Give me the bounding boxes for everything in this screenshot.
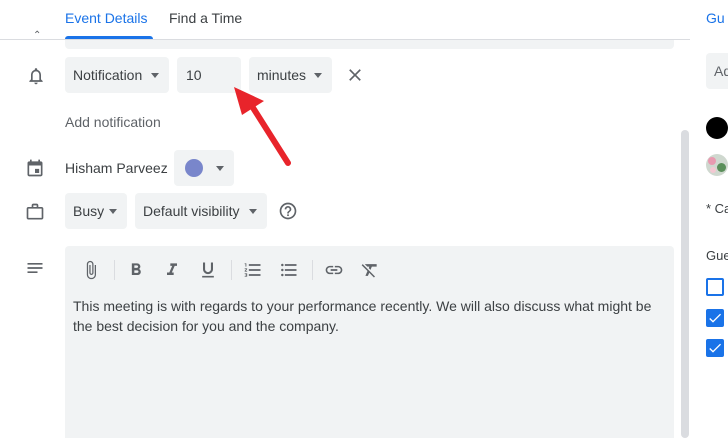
toolbar-divider bbox=[114, 260, 115, 280]
calendar-icon bbox=[25, 158, 45, 178]
notification-amount-value: 10 bbox=[186, 67, 202, 83]
visibility-select[interactable]: Default visibility bbox=[135, 193, 267, 229]
tab-event-details[interactable]: Event Details bbox=[65, 10, 147, 26]
clear-formatting-icon[interactable] bbox=[360, 260, 380, 285]
chevron-down-icon bbox=[314, 73, 322, 78]
numbered-list-icon[interactable] bbox=[243, 260, 263, 285]
help-icon[interactable] bbox=[278, 201, 298, 221]
toolbar-divider bbox=[312, 260, 313, 280]
chevron-down-icon bbox=[151, 73, 159, 78]
chevron-down-icon bbox=[249, 209, 257, 214]
permission-checkbox[interactable] bbox=[706, 278, 724, 296]
notification-type-value: Notification bbox=[73, 67, 143, 83]
chevron-down-icon bbox=[216, 166, 224, 171]
description-text: This meeting is with regards to your per… bbox=[73, 298, 652, 334]
scrollbar[interactable] bbox=[681, 130, 689, 438]
availability-status-select[interactable]: Busy bbox=[65, 193, 127, 229]
toolbar-divider bbox=[231, 260, 232, 280]
notification-type-select[interactable]: Notification bbox=[65, 57, 169, 93]
tab-find-a-time[interactable]: Find a Time bbox=[169, 10, 242, 26]
calendar-color-swatch bbox=[185, 159, 203, 177]
description-editor[interactable]: This meeting is with regards to your per… bbox=[65, 246, 674, 438]
bold-icon[interactable] bbox=[126, 260, 146, 285]
avatar bbox=[706, 117, 728, 139]
avatar bbox=[706, 154, 728, 176]
guests-panel-title: Gu bbox=[706, 10, 725, 26]
italic-icon[interactable] bbox=[162, 260, 182, 285]
briefcase-icon bbox=[25, 202, 45, 222]
add-notification-link[interactable]: Add notification bbox=[65, 114, 161, 130]
availability-status-value: Busy bbox=[73, 203, 105, 219]
permission-checkbox[interactable] bbox=[706, 339, 724, 357]
chevron-down-icon bbox=[109, 209, 117, 214]
visibility-value: Default visibility bbox=[143, 203, 240, 219]
close-icon[interactable] bbox=[345, 65, 365, 85]
calendar-owner: Hisham Parveez bbox=[65, 160, 168, 176]
annotation-arrow-icon bbox=[230, 85, 300, 180]
description-icon bbox=[25, 258, 45, 278]
guest-permissions-label: Gue bbox=[706, 248, 728, 263]
calendar-color-select[interactable] bbox=[174, 150, 234, 186]
bulleted-list-icon[interactable] bbox=[279, 260, 299, 285]
attachment-icon[interactable] bbox=[81, 260, 101, 285]
bell-icon bbox=[26, 66, 46, 86]
guest-note: * Ca bbox=[706, 201, 728, 216]
underline-icon[interactable] bbox=[198, 260, 218, 285]
permission-checkbox[interactable] bbox=[706, 309, 724, 327]
location-field-edge bbox=[65, 40, 674, 49]
link-icon[interactable] bbox=[324, 260, 344, 285]
notification-unit-value: minutes bbox=[257, 67, 307, 83]
add-guests-input[interactable]: Ad bbox=[706, 53, 728, 89]
